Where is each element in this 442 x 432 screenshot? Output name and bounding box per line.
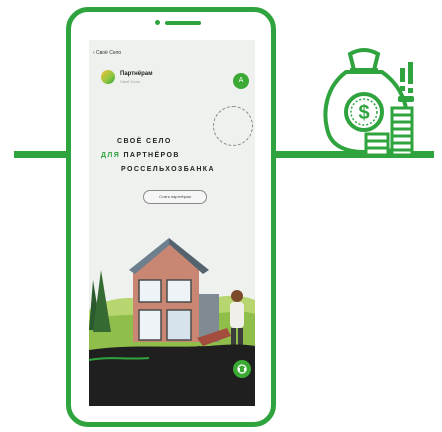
hero-line-2-rest: ПАРТНЁРОВ <box>120 152 180 159</box>
chat-icon <box>237 364 247 374</box>
chat-button[interactable] <box>233 360 251 378</box>
money-bag-icon: $ <box>323 48 414 157</box>
exclamation-icon <box>398 62 414 102</box>
speaker-bar <box>165 21 201 25</box>
hero-accent: ДЛЯ <box>101 152 121 159</box>
house-illustration <box>89 238 255 406</box>
app-screen: ‹ Своё Село Партнёрам Своё Село А СВОЁ С… <box>89 40 255 406</box>
money-bag-illustration: $ <box>316 42 426 157</box>
profile-badge[interactable]: А <box>233 73 249 89</box>
app-subtitle: Своё Село <box>120 79 141 84</box>
hero-line-2: ДЛЯ ПАРТНЁРОВ <box>101 152 180 159</box>
back-link[interactable]: ‹ Своё Село <box>93 50 121 56</box>
hero-line-1: СВОЁ СЕЛО <box>117 138 172 145</box>
stamp-decoration <box>213 106 253 146</box>
hero-line-3: РОССЕЛЬХОЗБАНКА <box>121 166 215 173</box>
camera-dot <box>155 20 160 25</box>
svg-text:$: $ <box>358 102 369 124</box>
phone-frame: ‹ Своё Село Партнёрам Своё Село А СВОЁ С… <box>66 7 276 427</box>
dollar-sign-icon: $ <box>344 92 384 132</box>
app-logo <box>101 70 115 84</box>
app-title: Партнёрам <box>120 71 153 77</box>
become-partner-button[interactable]: Стать партнёром <box>143 190 207 204</box>
